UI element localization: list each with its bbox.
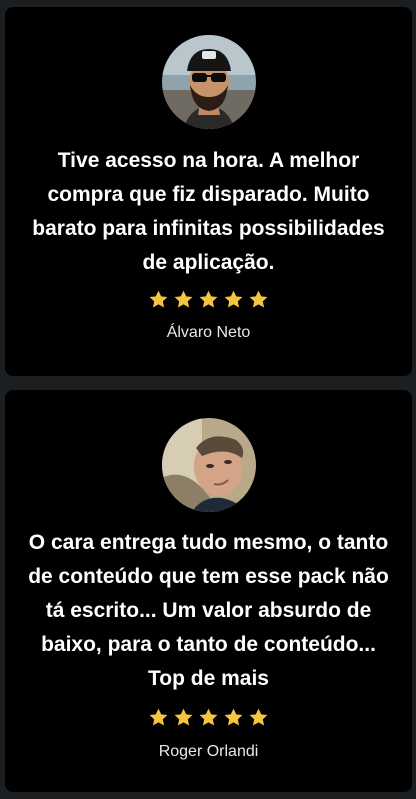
testimonial-card: Tive acesso na hora. A melhor compra que… bbox=[5, 7, 412, 376]
testimonial-author: Álvaro Neto bbox=[166, 324, 251, 341]
star-icon bbox=[149, 290, 168, 308]
star-icon bbox=[174, 708, 193, 726]
avatar bbox=[161, 418, 256, 512]
testimonial-card: O cara entrega tudo mesmo, o tanto de co… bbox=[5, 390, 412, 792]
testimonial-quote: O cara entrega tudo mesmo, o tanto de co… bbox=[28, 531, 389, 690]
star-icon bbox=[224, 708, 243, 726]
star-icon bbox=[174, 290, 193, 308]
star-icon bbox=[199, 290, 218, 308]
testimonial-author: Roger Orlandi bbox=[158, 743, 259, 760]
testimonial-quote: Tive acesso na hora. A melhor compra que… bbox=[32, 149, 385, 274]
star-icon bbox=[249, 290, 268, 308]
star-icon bbox=[224, 290, 243, 308]
rating-stars bbox=[5, 707, 412, 728]
testimonials-list: Tive acesso na hora. A melhor compra que… bbox=[0, 0, 416, 799]
avatar bbox=[161, 35, 256, 129]
rating-stars bbox=[5, 289, 412, 310]
star-icon bbox=[249, 708, 268, 726]
star-icon bbox=[199, 708, 218, 726]
star-icon bbox=[149, 708, 168, 726]
